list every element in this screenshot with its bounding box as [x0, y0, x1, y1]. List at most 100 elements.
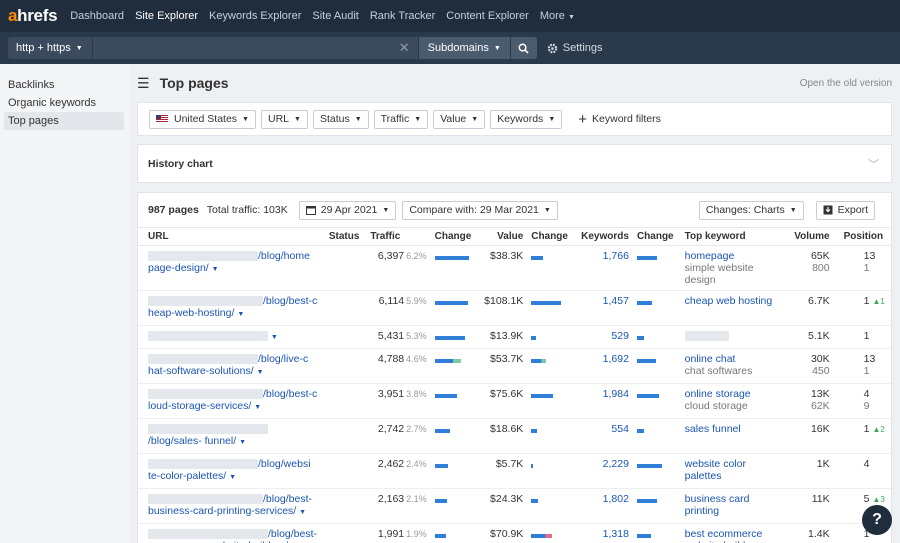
top-keyword-link[interactable]: cheap web hosting	[685, 295, 785, 307]
keywords-link[interactable]: 1,457	[603, 295, 629, 307]
date-picker[interactable]: 29 Apr 2021 ▼	[298, 200, 397, 220]
page-url-link[interactable]: heap-web-hosting/	[148, 307, 234, 319]
keywords-link[interactable]: 554	[611, 423, 629, 435]
help-button[interactable]: ?	[862, 505, 892, 535]
protocol-select[interactable]: http + https ▼	[8, 37, 93, 59]
redacted-domain	[148, 494, 263, 505]
sidebar-item-top-pages[interactable]: Top pages	[4, 112, 124, 130]
sidebar-item-organic-keywords[interactable]: Organic keywords	[4, 94, 124, 112]
url-input[interactable]: ✕	[92, 37, 418, 59]
volume-value: 5.1K	[808, 330, 830, 342]
top-keyword-link[interactable]: website color palettes	[685, 458, 785, 482]
ahrefs-logo[interactable]: ahrefs	[8, 6, 58, 26]
keywords-link[interactable]: 1,766	[603, 250, 629, 262]
redacted-domain	[148, 251, 258, 262]
keywords-link[interactable]: 1,318	[603, 528, 629, 540]
page-url-link[interactable]: page-design/	[148, 262, 209, 274]
page-url-link[interactable]: /blog/live-c	[258, 353, 308, 365]
caret-down-icon[interactable]: ▼	[229, 474, 236, 481]
country-filter[interactable]: United States ▼	[149, 109, 256, 129]
col-url[interactable]: URL	[138, 227, 325, 246]
page-url-link[interactable]: /blog/best-c	[263, 295, 317, 307]
secondary-position: 9	[863, 400, 870, 412]
settings-button[interactable]: Settings	[547, 42, 603, 54]
keywords-link[interactable]: 529	[611, 330, 629, 342]
col-position[interactable]: Position	[833, 227, 891, 246]
traffic-filter[interactable]: Traffic ▼	[373, 109, 429, 129]
keywords-filter[interactable]: Keywords ▼	[490, 109, 563, 129]
col-keywords-change[interactable]: Change	[632, 227, 681, 246]
caret-down-icon[interactable]: ▼	[254, 404, 261, 411]
caret-down-icon[interactable]: ▼	[237, 311, 244, 318]
nav-content-explorer[interactable]: Content Explorer	[446, 10, 529, 22]
caret-down-icon[interactable]: ▼	[299, 509, 306, 516]
page-url-link[interactable]: /blog/best-	[263, 493, 312, 505]
page-url-link[interactable]: loud-storage-services/	[148, 400, 251, 412]
page-url-link[interactable]: business-card-printing-services/	[148, 505, 296, 517]
url-filter[interactable]: URL ▼	[260, 109, 308, 129]
col-status[interactable]: Status	[324, 227, 367, 246]
nav-more[interactable]: More ▼	[540, 10, 575, 22]
keywords-link[interactable]: 1,802	[603, 493, 629, 505]
col-value[interactable]: Value	[478, 227, 528, 246]
traffic-bar	[434, 301, 468, 306]
table-row: /blog/best-e commerce-website-builders/ …	[138, 523, 891, 543]
value-cell: $13.9K	[478, 325, 528, 349]
sidebar-item-backlinks[interactable]: Backlinks	[4, 76, 124, 94]
nav-rank-tracker[interactable]: Rank Tracker	[370, 10, 435, 22]
volume-cell: 65K 800	[788, 245, 834, 291]
top-keyword-link[interactable]: online storage	[685, 388, 785, 400]
keywords-link[interactable]: 2,229	[603, 458, 629, 470]
top-keyword-link[interactable]: business card printing	[685, 493, 785, 517]
col-keywords[interactable]: Keywords	[575, 227, 633, 246]
keyword-filters-button[interactable]: + Keyword filters	[572, 109, 667, 129]
chevron-down-icon[interactable]: ﹀	[868, 156, 879, 172]
page-url-link[interactable]: te-color-palettes/	[148, 470, 226, 482]
value-change-cell	[527, 418, 576, 454]
export-button[interactable]: Export	[815, 200, 875, 220]
col-value-change[interactable]: Change	[527, 227, 576, 246]
value-cell: $108.1K	[478, 290, 528, 326]
clear-icon[interactable]: ✕	[399, 40, 410, 56]
old-version-link[interactable]: Open the old version	[800, 78, 892, 89]
history-chart-panel[interactable]: History chart ﹀	[137, 144, 892, 183]
page-url-link[interactable]: funnel/	[205, 435, 237, 447]
traffic-change-cell	[430, 488, 479, 524]
table-row: /blog/best-c loud-storage-services/ ▼ 3,9…	[138, 383, 891, 419]
value-filter[interactable]: Value ▼	[433, 109, 486, 129]
status-filter[interactable]: Status ▼	[312, 109, 369, 129]
col-traffic[interactable]: Traffic	[366, 227, 431, 246]
keywords-change-cell	[632, 418, 681, 454]
nav-site-audit[interactable]: Site Audit	[312, 10, 358, 22]
keywords-link[interactable]: 1,692	[603, 353, 629, 365]
mode-select[interactable]: Subdomains ▼	[418, 37, 510, 59]
caret-down-icon[interactable]: ▼	[271, 334, 278, 341]
page-url-link[interactable]: /blog/websi	[258, 458, 311, 470]
col-top-keyword[interactable]: Top keyword	[680, 227, 789, 246]
keywords-cell: 554	[575, 418, 633, 454]
menu-icon[interactable]: ☰	[137, 75, 150, 92]
page-url-link[interactable]: /blog/best-c	[263, 388, 317, 400]
page-url-link[interactable]: /blog/sales-	[148, 435, 202, 447]
nav-dashboard[interactable]: Dashboard	[70, 10, 124, 22]
col-traffic-change[interactable]: Change	[430, 227, 479, 246]
compare-picker[interactable]: Compare with: 29 Mar 2021 ▼	[402, 200, 558, 220]
top-keyword-link[interactable]: online chat	[685, 353, 785, 365]
top-keyword-link[interactable]: best ecommerce website builder	[685, 528, 785, 543]
keywords-link[interactable]: 1,984	[603, 388, 629, 400]
page-url-link[interactable]: /blog/home	[258, 250, 310, 262]
search-button[interactable]	[510, 37, 537, 59]
nav-keywords-explorer[interactable]: Keywords Explorer	[209, 10, 301, 22]
traffic-change-cell	[430, 290, 479, 326]
nav-site-explorer[interactable]: Site Explorer	[135, 10, 198, 22]
traffic-bar	[434, 256, 469, 261]
top-keyword-link[interactable]: sales funnel	[685, 423, 785, 435]
changes-select[interactable]: Changes: Charts ▼	[698, 200, 804, 220]
position-value: 1	[863, 423, 870, 435]
caret-down-icon[interactable]: ▼	[239, 439, 246, 446]
page-url-link[interactable]: hat-software-solutions/	[148, 365, 254, 377]
col-volume[interactable]: Volume	[788, 227, 834, 246]
caret-down-icon[interactable]: ▼	[257, 369, 264, 376]
caret-down-icon[interactable]: ▼	[212, 266, 219, 273]
top-keyword-link[interactable]: homepage	[685, 250, 785, 262]
